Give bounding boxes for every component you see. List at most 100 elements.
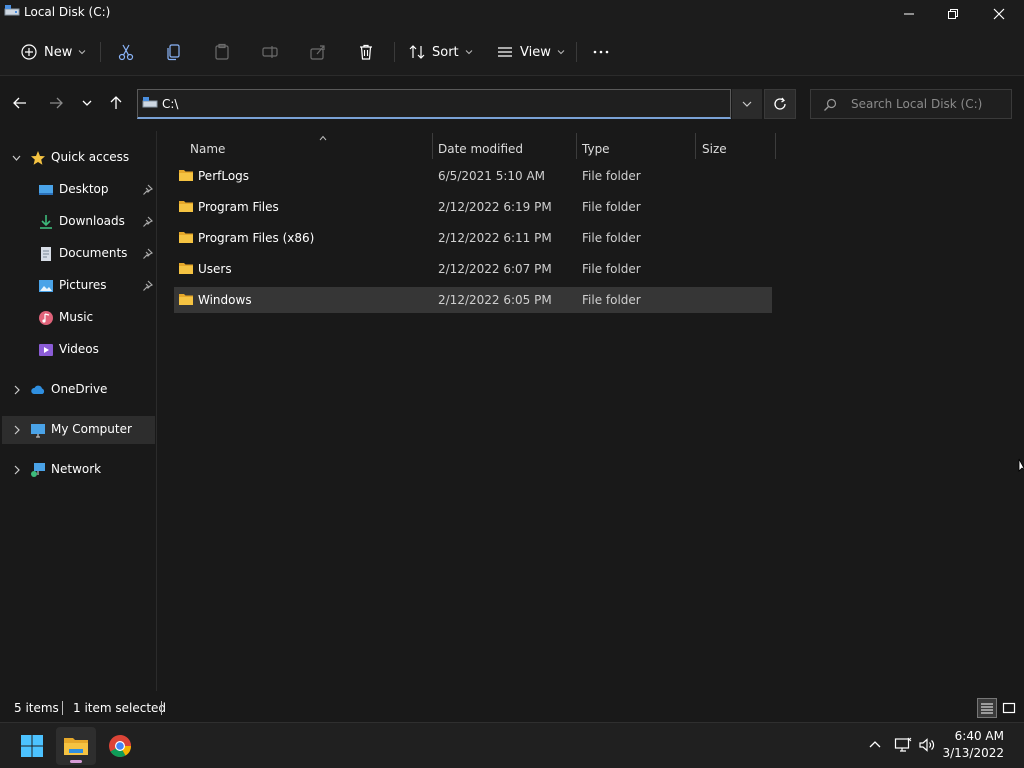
file-name: PerfLogs: [198, 169, 250, 183]
minimize-icon: [904, 13, 914, 15]
sort-icon: [409, 45, 425, 59]
pin-icon: [143, 184, 153, 195]
sidebar-item-desktop[interactable]: Desktop: [2, 176, 155, 204]
cut-button[interactable]: [110, 36, 142, 68]
sort-button[interactable]: Sort: [402, 36, 479, 68]
refresh-button[interactable]: [764, 89, 796, 119]
address-history-button[interactable]: [732, 89, 762, 119]
folder-icon: [179, 201, 193, 212]
file-type: File folder: [582, 293, 641, 307]
sidebar-item-pictures[interactable]: Pictures: [2, 272, 155, 300]
tiles-view-button[interactable]: [999, 698, 1019, 718]
copy-button[interactable]: [158, 36, 190, 68]
back-button[interactable]: [8, 91, 32, 115]
arrow-left-icon: [13, 97, 26, 109]
column-label: Name: [190, 142, 226, 156]
chevron-down-icon: [12, 155, 21, 161]
navigation-pane: Quick access Desktop Downloads Documents…: [0, 131, 157, 691]
forward-button[interactable]: [44, 91, 68, 115]
share-button[interactable]: [302, 36, 334, 68]
star-icon: [31, 151, 45, 165]
sidebar-item-onedrive[interactable]: OneDrive: [2, 376, 155, 404]
sidebar-item-network[interactable]: Network: [2, 456, 155, 484]
music-icon: [39, 311, 53, 325]
drive-icon: [4, 5, 20, 16]
sidebar-item-my-computer[interactable]: My Computer: [2, 416, 155, 444]
address-bar[interactable]: C:\: [137, 89, 731, 119]
chevron-down-icon: [82, 100, 92, 106]
pictures-icon: [39, 280, 53, 292]
file-explorer-taskbar-button[interactable]: [56, 727, 96, 765]
copy-icon: [167, 44, 180, 61]
network-status-icon[interactable]: [894, 736, 912, 754]
scissors-icon: [118, 44, 134, 61]
column-divider[interactable]: [775, 133, 776, 159]
cloud-icon: [31, 385, 45, 394]
details-view-icon: [981, 703, 993, 714]
file-type: File folder: [582, 169, 641, 183]
delete-button[interactable]: [350, 36, 382, 68]
new-button[interactable]: New: [14, 36, 92, 68]
recent-locations-button[interactable]: [75, 91, 99, 115]
restore-button[interactable]: [930, 0, 976, 28]
column-header-date[interactable]: Date modified: [433, 135, 575, 163]
taskbar: 6:40 AM 3/13/2022: [0, 722, 1024, 768]
windows-logo-icon: [21, 735, 43, 757]
sidebar-item-label: Network: [51, 462, 102, 476]
sidebar-item-documents[interactable]: Documents: [2, 240, 155, 268]
sidebar-item-videos[interactable]: Videos: [2, 336, 155, 364]
file-type: File folder: [582, 200, 641, 214]
view-label: View: [520, 44, 551, 60]
sidebar-item-label: Quick access: [51, 150, 130, 164]
search-input[interactable]: Search Local Disk (C:): [810, 89, 1012, 119]
divider: [161, 701, 162, 715]
command-bar: New Sort View: [0, 28, 1024, 76]
rename-icon: [262, 46, 278, 58]
column-header-name[interactable]: Name: [174, 135, 432, 163]
sidebar-item-label: OneDrive: [51, 382, 108, 396]
view-button[interactable]: View: [490, 36, 571, 68]
table-row[interactable]: Program Files 2/12/2022 6:19 PM File fol…: [174, 194, 772, 220]
trash-icon: [360, 44, 372, 60]
restore-icon: [948, 9, 958, 19]
arrow-right-icon: [50, 97, 63, 109]
chevron-right-icon: [14, 465, 20, 475]
table-row[interactable]: Users 2/12/2022 6:07 PM File folder: [174, 256, 772, 282]
table-row[interactable]: Program Files (x86) 2/12/2022 6:11 PM Fi…: [174, 225, 772, 251]
chevron-up-icon[interactable]: [866, 736, 884, 754]
title-bar: Local Disk (C:): [0, 0, 1024, 28]
search-icon: [824, 98, 837, 111]
start-button[interactable]: [12, 727, 52, 765]
chrome-taskbar-button[interactable]: [100, 727, 140, 765]
sidebar-item-label: Desktop: [59, 182, 109, 196]
folder-icon: [179, 232, 193, 243]
paste-button[interactable]: [206, 36, 238, 68]
clock-date[interactable]: 3/13/2022: [942, 746, 1004, 760]
documents-icon: [41, 247, 51, 261]
clock-time[interactable]: 6:40 AM: [955, 729, 1004, 743]
column-header-size[interactable]: Size: [696, 135, 775, 163]
chevron-right-icon: [14, 425, 20, 435]
volume-icon[interactable]: [918, 736, 936, 754]
sidebar-item-music[interactable]: Music: [2, 304, 155, 332]
file-date: 2/12/2022 6:05 PM: [438, 293, 552, 307]
divider: [62, 701, 63, 715]
sort-ascending-icon: [319, 135, 327, 141]
details-view-button[interactable]: [977, 698, 997, 718]
column-header-type[interactable]: Type: [577, 135, 695, 163]
rename-button[interactable]: [254, 36, 286, 68]
table-row[interactable]: PerfLogs 6/5/2021 5:10 AM File folder: [174, 163, 772, 189]
up-button[interactable]: [104, 91, 128, 115]
downloads-icon: [40, 215, 52, 229]
pin-icon: [143, 280, 153, 291]
sidebar-item-downloads[interactable]: Downloads: [2, 208, 155, 236]
table-row[interactable]: Windows 2/12/2022 6:05 PM File folder: [174, 287, 772, 313]
window-title: Local Disk (C:): [24, 5, 111, 19]
more-button[interactable]: [585, 36, 617, 68]
close-button[interactable]: [976, 0, 1022, 28]
sidebar-item-quick-access[interactable]: Quick access: [2, 144, 155, 172]
file-name: Program Files: [198, 200, 279, 214]
paste-icon: [215, 43, 229, 60]
column-label: Size: [702, 142, 727, 156]
minimize-button[interactable]: [886, 0, 932, 28]
